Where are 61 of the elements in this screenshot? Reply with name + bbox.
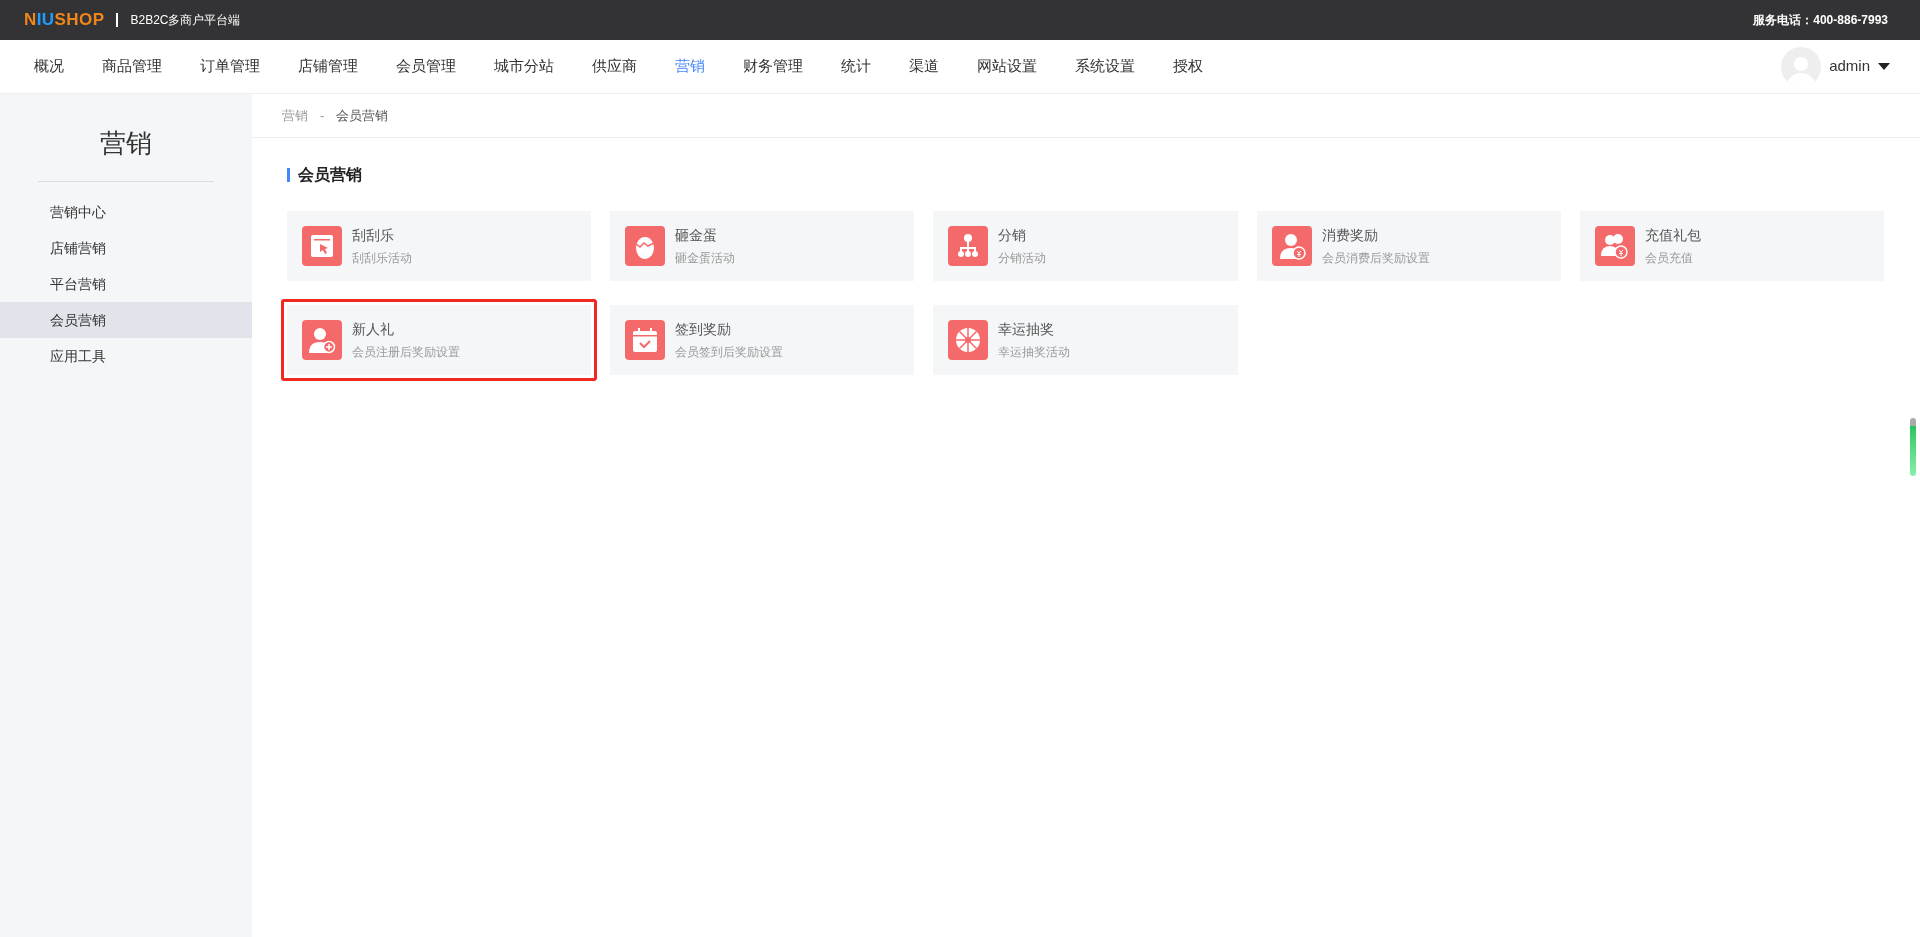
card-title: 充值礼包 [1644, 226, 1701, 245]
nav-tab[interactable]: 商品管理 [90, 47, 174, 86]
nav-tab[interactable]: 店铺管理 [286, 47, 370, 86]
feature-card[interactable]: 刮刮乐 刮刮乐活动 [287, 211, 592, 281]
feature-card[interactable]: 分销 分销活动 [933, 211, 1238, 281]
card-description: 幸运抽奖活动 [998, 344, 1071, 361]
nav-tab[interactable]: 系统设置 [1063, 47, 1147, 86]
card-description: 分销活动 [998, 250, 1047, 267]
card-description: 会员充值 [1644, 250, 1694, 267]
breadcrumb-separator: - [320, 106, 325, 125]
sidebar-item[interactable]: 营销中心 [0, 194, 252, 230]
feature-card[interactable]: 砸金蛋 砸金蛋活动 [610, 211, 915, 281]
users-coin-icon [1594, 226, 1635, 266]
nav-tab[interactable]: 网站设置 [965, 47, 1049, 86]
nav-tab[interactable]: 供应商 [580, 47, 649, 86]
card-title: 刮刮乐 [352, 226, 395, 245]
sidebar-item[interactable]: 会员营销 [0, 302, 252, 338]
section-title: 会员营销 [298, 165, 362, 185]
network-icon [948, 226, 989, 266]
card-description: 会员消费后奖励设置 [1321, 250, 1430, 267]
nav-tab[interactable]: 会员管理 [384, 47, 468, 86]
sidebar-item[interactable]: 应用工具 [0, 338, 252, 374]
breadcrumb-item: 会员营销 [336, 106, 389, 125]
user-coin-icon [1271, 226, 1312, 266]
card-title: 消费奖励 [1321, 226, 1379, 245]
card-title: 砸金蛋 [675, 226, 719, 245]
card-title: 幸运抽奖 [998, 320, 1056, 339]
feature-card[interactable]: 新人礼 会员注册后奖励设置 [287, 305, 592, 375]
card-description: 会员注册后奖励设置 [352, 344, 460, 361]
nav-tab[interactable]: 财务管理 [731, 47, 815, 86]
scroll-indicator [1910, 418, 1916, 476]
user-plus-icon [302, 320, 342, 360]
service-phone: 服务电话：400-886-7993 [1753, 12, 1888, 29]
nav-tab[interactable]: 授权 [1161, 47, 1215, 86]
egg-icon [625, 226, 666, 266]
sidebar-title: 营销 [99, 127, 153, 160]
wheel-icon [948, 320, 989, 360]
feature-card[interactable]: 充值礼包 会员充值 [1579, 211, 1884, 281]
nav-tab[interactable]: 渠道 [897, 47, 951, 86]
card-description: 砸金蛋活动 [675, 250, 736, 267]
calendar-icon [625, 320, 666, 360]
card-title: 分销 [998, 226, 1028, 245]
platform-subtitle: B2B2C多商户平台端 [130, 12, 241, 29]
nav-tab[interactable]: 统计 [829, 47, 883, 86]
sidebar-item[interactable]: 店铺营销 [0, 230, 252, 266]
nav-tab[interactable]: 概况 [22, 47, 76, 86]
feature-card[interactable]: 幸运抽奖 幸运抽奖活动 [933, 305, 1238, 375]
nav-tab[interactable]: 城市分站 [482, 47, 566, 86]
card-description: 会员签到后奖励设置 [675, 344, 784, 361]
user-name[interactable]: admin [1829, 55, 1870, 78]
nav-tab[interactable]: 营销 [663, 47, 717, 86]
caret-icon[interactable] [1878, 63, 1890, 70]
card-title: 签到奖励 [675, 320, 733, 339]
card-pointer-icon [302, 226, 342, 266]
feature-card[interactable]: 消费奖励 会员消费后奖励设置 [1256, 211, 1561, 281]
nav-tab[interactable]: 订单管理 [188, 47, 272, 86]
logo: NIUSHOP [24, 9, 105, 32]
feature-card[interactable]: 签到奖励 会员签到后奖励设置 [610, 305, 915, 375]
card-description: 刮刮乐活动 [352, 250, 412, 267]
card-title: 新人礼 [352, 320, 395, 339]
sidebar-item[interactable]: 平台营销 [0, 266, 252, 302]
